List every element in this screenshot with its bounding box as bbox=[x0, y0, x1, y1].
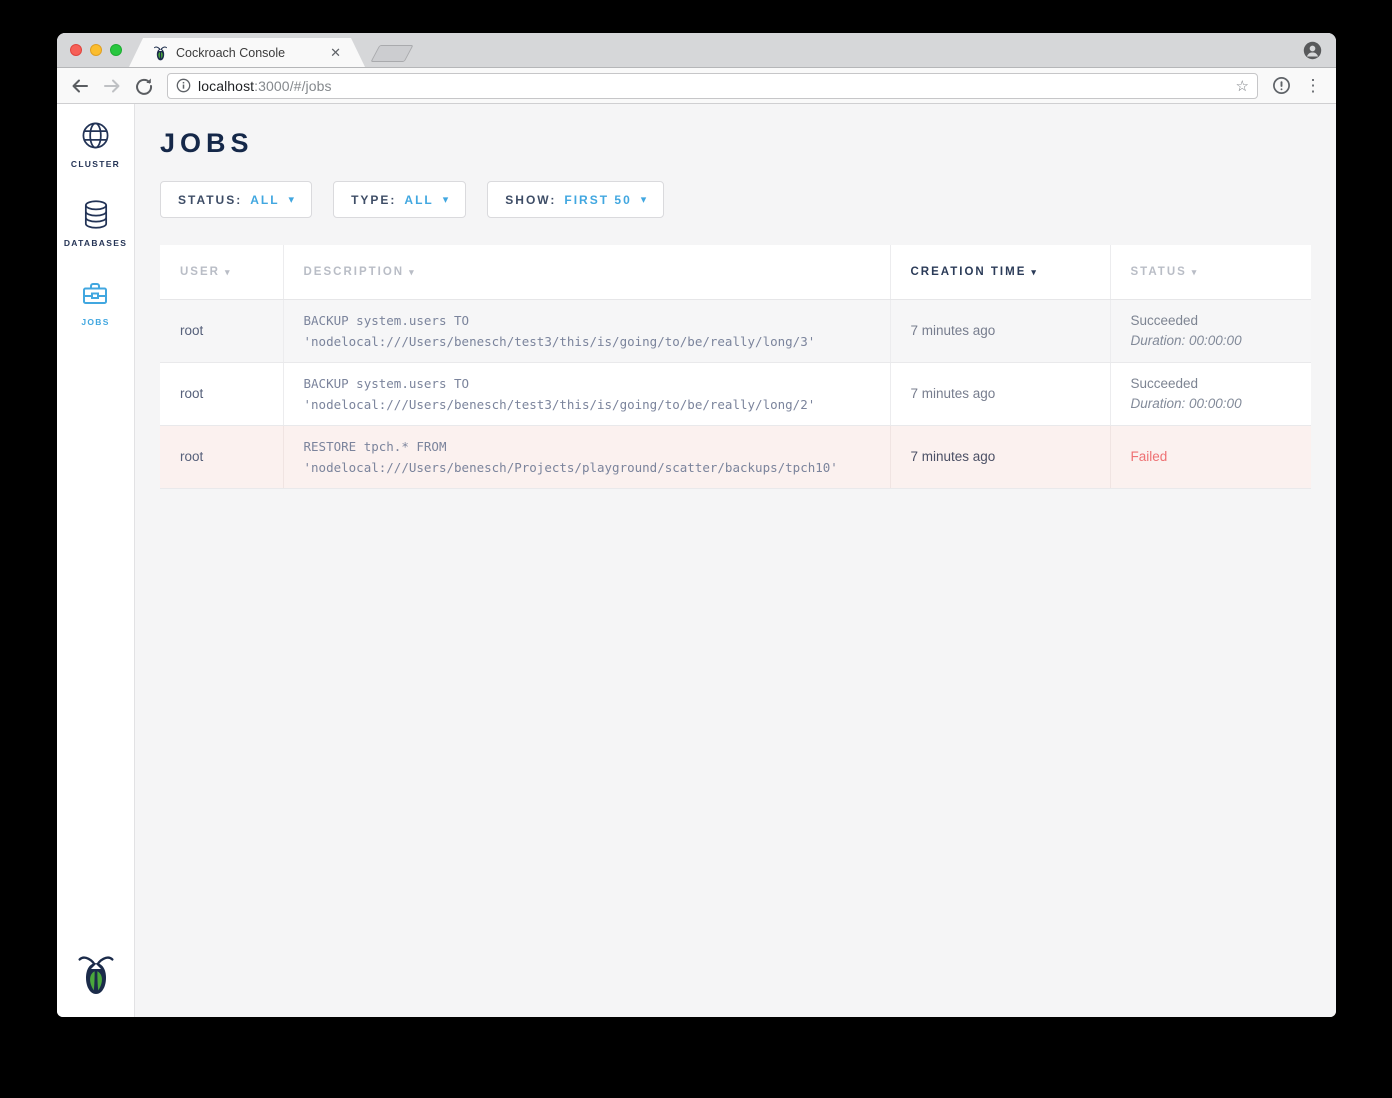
job-description-line2: 'nodelocal:///Users/benesch/test3/this/i… bbox=[304, 331, 880, 352]
filter-value: FIRST 50 bbox=[564, 193, 631, 207]
filter-label: TYPE: bbox=[351, 193, 396, 207]
job-description: BACKUP system.users TO 'nodelocal:///Use… bbox=[283, 362, 890, 425]
reload-icon bbox=[135, 77, 153, 95]
browser-window: Cockroach Console ✕ bbox=[57, 33, 1336, 1017]
cockroach-favicon-icon bbox=[153, 45, 168, 61]
forward-button[interactable] bbox=[99, 73, 125, 99]
sidebar-item-label: CLUSTER bbox=[71, 159, 120, 169]
table-row[interactable]: root RESTORE tpch.* FROM 'nodelocal:///U… bbox=[160, 425, 1311, 488]
status-filter-dropdown[interactable]: STATUS: ALL ▾ bbox=[160, 181, 312, 218]
browser-menu-icon[interactable]: ⋮ bbox=[1300, 73, 1326, 99]
url-path: :3000/#/jobs bbox=[254, 78, 331, 94]
job-description-line1: BACKUP system.users TO bbox=[304, 373, 880, 394]
sort-arrow-icon: ▾ bbox=[225, 267, 232, 277]
job-creation-time: 7 minutes ago bbox=[890, 299, 1110, 362]
job-status: Succeeded Duration: 00:00:00 bbox=[1110, 299, 1311, 362]
sort-arrow-icon: ▾ bbox=[1192, 267, 1199, 277]
filter-label: STATUS: bbox=[178, 193, 242, 207]
job-status: Succeeded Duration: 00:00:00 bbox=[1110, 362, 1311, 425]
chevron-down-icon: ▾ bbox=[443, 193, 449, 206]
filter-value: ALL bbox=[250, 193, 279, 207]
job-user: root bbox=[160, 362, 283, 425]
column-header-label: DESCRIPTION bbox=[304, 266, 405, 278]
page-title: JOBS bbox=[160, 128, 1336, 159]
sidebar-item-jobs[interactable]: JOBS bbox=[81, 278, 109, 327]
extension-icon[interactable] bbox=[1268, 73, 1294, 99]
close-window-button[interactable] bbox=[70, 44, 82, 56]
column-header-user[interactable]: USER ▾ bbox=[160, 245, 283, 299]
table-header-row: USER ▾ DESCRIPTION ▾ CREATION TIME ▾ STATUS… bbox=[160, 245, 1311, 299]
job-description-line2: 'nodelocal:///Users/benesch/Projects/pla… bbox=[304, 457, 880, 478]
column-header-label: CREATION TIME bbox=[911, 266, 1027, 278]
filter-value: ALL bbox=[404, 193, 433, 207]
browser-tabstrip: Cockroach Console ✕ bbox=[57, 33, 1336, 68]
column-header-label: USER bbox=[180, 266, 220, 278]
reload-button[interactable] bbox=[131, 73, 157, 99]
menu-dots-glyph: ⋮ bbox=[1305, 76, 1322, 96]
job-description: RESTORE tpch.* FROM 'nodelocal:///Users/… bbox=[283, 425, 890, 488]
type-filter-dropdown[interactable]: TYPE: ALL ▾ bbox=[333, 181, 466, 218]
globe-icon bbox=[81, 120, 110, 150]
main-content: JOBS STATUS: ALL ▾ TYPE: ALL ▾ SHOW: FIR… bbox=[135, 104, 1336, 1017]
back-button[interactable] bbox=[67, 73, 93, 99]
back-arrow-icon bbox=[71, 77, 89, 95]
tab-close-icon[interactable]: ✕ bbox=[330, 45, 341, 61]
job-description-line2: 'nodelocal:///Users/benesch/test3/this/i… bbox=[304, 394, 880, 415]
window-controls bbox=[70, 44, 122, 56]
status-badge: Succeeded bbox=[1131, 374, 1302, 394]
column-header-status[interactable]: STATUS ▾ bbox=[1110, 245, 1311, 299]
sidebar: CLUSTER DATABASES bbox=[57, 104, 135, 1017]
sort-arrow-icon: ▾ bbox=[409, 267, 416, 277]
table-row[interactable]: root BACKUP system.users TO 'nodelocal:/… bbox=[160, 299, 1311, 362]
tab-title: Cockroach Console bbox=[176, 46, 322, 60]
status-badge: Failed bbox=[1131, 449, 1302, 464]
show-filter-dropdown[interactable]: SHOW: FIRST 50 ▾ bbox=[487, 181, 664, 218]
bookmark-star-icon[interactable]: ☆ bbox=[1236, 77, 1249, 95]
column-header-description[interactable]: DESCRIPTION ▾ bbox=[283, 245, 890, 299]
minimize-window-button[interactable] bbox=[90, 44, 102, 56]
sidebar-item-databases[interactable]: DATABASES bbox=[64, 199, 127, 248]
sidebar-item-label: JOBS bbox=[81, 317, 109, 327]
sidebar-item-label: DATABASES bbox=[64, 238, 127, 248]
job-creation-time: 7 minutes ago bbox=[890, 362, 1110, 425]
jobs-table: USER ▾ DESCRIPTION ▾ CREATION TIME ▾ STATUS… bbox=[160, 245, 1311, 489]
browser-profile-avatar-icon[interactable] bbox=[1303, 41, 1322, 60]
browser-toolbar: localhost:3000/#/jobs ☆ ⋮ bbox=[57, 68, 1336, 104]
new-tab-button[interactable] bbox=[370, 45, 413, 62]
cockroach-logo-icon bbox=[76, 951, 116, 997]
sidebar-item-cluster[interactable]: CLUSTER bbox=[71, 120, 120, 169]
cockroach-console-app: CLUSTER DATABASES bbox=[57, 104, 1336, 1017]
database-icon bbox=[82, 199, 110, 229]
zoom-window-button[interactable] bbox=[110, 44, 122, 56]
status-duration: Duration: 00:00:00 bbox=[1131, 394, 1302, 414]
column-header-label: STATUS bbox=[1131, 266, 1187, 278]
filter-label: SHOW: bbox=[505, 193, 556, 207]
chevron-down-icon: ▾ bbox=[641, 193, 647, 206]
column-header-creation-time[interactable]: CREATION TIME ▾ bbox=[890, 245, 1110, 299]
job-status: Failed bbox=[1110, 425, 1311, 488]
url-host: localhost bbox=[198, 78, 254, 94]
forward-arrow-icon bbox=[103, 77, 121, 95]
job-description-line1: BACKUP system.users TO bbox=[304, 310, 880, 331]
filter-bar: STATUS: ALL ▾ TYPE: ALL ▾ SHOW: FIRST 50… bbox=[160, 181, 1336, 218]
job-description: BACKUP system.users TO 'nodelocal:///Use… bbox=[283, 299, 890, 362]
job-description-line1: RESTORE tpch.* FROM bbox=[304, 436, 880, 457]
job-creation-time: 7 minutes ago bbox=[890, 425, 1110, 488]
status-badge: Succeeded bbox=[1131, 311, 1302, 331]
url-bar[interactable]: localhost:3000/#/jobs ☆ bbox=[167, 73, 1258, 99]
sort-arrow-icon: ▾ bbox=[1031, 267, 1038, 277]
page-info-icon[interactable] bbox=[176, 78, 191, 93]
briefcase-icon bbox=[81, 278, 109, 308]
browser-tab[interactable]: Cockroach Console ✕ bbox=[129, 38, 365, 67]
table-row[interactable]: root BACKUP system.users TO 'nodelocal:/… bbox=[160, 362, 1311, 425]
job-user: root bbox=[160, 425, 283, 488]
chevron-down-icon: ▾ bbox=[289, 193, 295, 206]
status-duration: Duration: 00:00:00 bbox=[1131, 331, 1302, 351]
url-text: localhost:3000/#/jobs bbox=[198, 78, 332, 94]
job-user: root bbox=[160, 299, 283, 362]
